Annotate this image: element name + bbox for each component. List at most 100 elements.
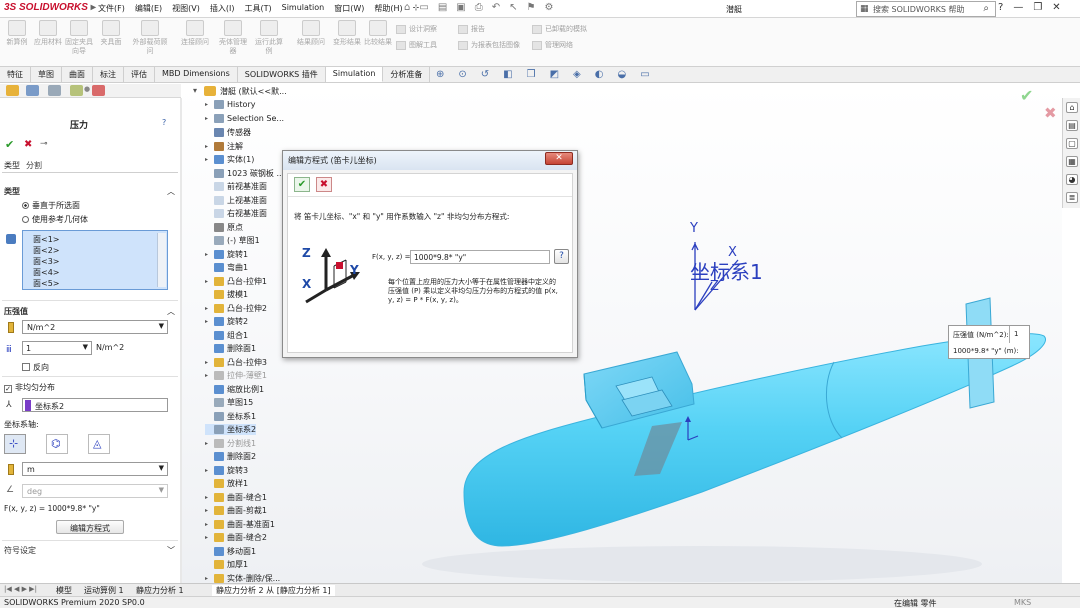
length-unit-select[interactable]: m ▼ bbox=[22, 462, 168, 476]
help-search-input[interactable]: ▦ 搜索 SOLIDWORKS 帮助 ⌕ bbox=[856, 1, 996, 17]
tab-evaluate[interactable]: 评估 bbox=[124, 67, 155, 82]
tree-expand-icon[interactable]: ▸ bbox=[205, 521, 211, 528]
fixture-face-button[interactable]: 夹具面 bbox=[96, 20, 126, 47]
tree-item[interactable]: 拔模1 bbox=[205, 289, 248, 300]
restore-icon[interactable]: ❐ bbox=[1033, 2, 1042, 13]
tree-expand-icon[interactable]: ▸ bbox=[205, 467, 211, 474]
tab-motion-study[interactable]: 运动算例 1 bbox=[84, 585, 124, 596]
type-collapse-icon[interactable]: ︿ bbox=[167, 186, 175, 197]
file-explorer-icon[interactable]: ▢ bbox=[1066, 138, 1078, 149]
confirm-corner-icon[interactable]: ✔ bbox=[1020, 86, 1033, 105]
list-item[interactable]: 面<4> bbox=[33, 267, 60, 278]
resources-home-icon[interactable]: ⌂ bbox=[1066, 102, 1078, 113]
tree-item[interactable]: ▸ 曲面-剪裁1 bbox=[205, 505, 267, 516]
property-manager-icon[interactable] bbox=[26, 85, 39, 96]
tree-item[interactable]: ▸ 凸台-拉伸3 bbox=[205, 357, 267, 368]
hull[interactable] bbox=[463, 333, 1046, 547]
tab-mbd[interactable]: MBD Dimensions bbox=[155, 67, 238, 82]
run-study-button[interactable]: 运行此算例 bbox=[254, 20, 284, 56]
tab-model[interactable]: 模型 bbox=[56, 585, 72, 596]
tree-root[interactable]: 潜艇 (默认<<默... bbox=[220, 86, 287, 97]
include-image-button[interactable]: 为报表包括图像 bbox=[458, 40, 520, 50]
equation-help-button[interactable]: ? bbox=[554, 249, 569, 264]
pm-help-icon[interactable]: ? bbox=[162, 118, 166, 127]
tree-expand-icon[interactable]: ▸ bbox=[205, 278, 211, 285]
tree-item[interactable]: 删除面2 bbox=[205, 451, 256, 462]
solidworks-logo[interactable]: 3S SOLIDWORKS ▸ bbox=[4, 2, 96, 13]
cancel-corner-icon[interactable]: ✖ bbox=[1044, 104, 1057, 122]
nonuniform-checkbox[interactable]: ✓ 非均匀分布 bbox=[4, 382, 55, 393]
section-view-icon[interactable]: ◧ bbox=[503, 69, 512, 80]
tree-root-arrow-icon[interactable]: ▾ bbox=[193, 86, 197, 95]
tree-item[interactable]: 右视基准面 bbox=[205, 208, 267, 219]
home-icon[interactable]: ⌂ bbox=[404, 2, 410, 13]
list-item[interactable]: 面<2> bbox=[33, 245, 60, 256]
equation-input[interactable]: 1000*9.8* "y" bbox=[410, 250, 550, 264]
view-settings-icon[interactable]: ▭ bbox=[640, 69, 649, 80]
list-item[interactable]: 面<3> bbox=[33, 256, 60, 267]
pin-pm-icon[interactable]: ⊸ bbox=[40, 139, 48, 149]
zoom-fit-icon[interactable]: ⊕ bbox=[436, 69, 444, 80]
cancel-icon[interactable]: ✖ bbox=[24, 139, 32, 150]
tab-split[interactable]: 分割 bbox=[26, 160, 42, 171]
save-icon[interactable]: ▣ bbox=[456, 2, 465, 13]
tree-item[interactable]: ▸ Selection Se... bbox=[205, 113, 284, 123]
tab-markup[interactable]: 标注 bbox=[93, 67, 124, 82]
tree-expand-icon[interactable]: ▸ bbox=[205, 115, 211, 122]
tree-expand-icon[interactable]: ▸ bbox=[205, 507, 211, 514]
open-icon[interactable]: ▤ bbox=[438, 2, 447, 13]
search-icon[interactable]: ⌕ bbox=[983, 3, 989, 14]
reverse-checkbox[interactable]: 反向 bbox=[22, 362, 49, 373]
tree-item[interactable]: 原点 bbox=[205, 222, 243, 233]
new-study-button[interactable]: 新算例 bbox=[2, 20, 32, 47]
tree-item[interactable]: (-) 草图1 bbox=[205, 235, 260, 246]
tree-item[interactable]: ▸ 旋转3 bbox=[205, 465, 248, 476]
undo-icon[interactable]: ↶ bbox=[492, 2, 500, 13]
appearance-icon[interactable]: ◐ bbox=[595, 69, 604, 80]
tree-item[interactable]: ▸ 拉伸-薄壁1 bbox=[205, 370, 267, 381]
tree-item[interactable]: 删除面1 bbox=[205, 343, 256, 354]
report-button[interactable]: 报告 bbox=[458, 24, 485, 34]
plot-tools-button[interactable]: 图解工具 bbox=[396, 40, 437, 50]
display-style-icon[interactable]: ◩ bbox=[550, 69, 559, 80]
menu-simulation[interactable]: Simulation bbox=[282, 3, 325, 14]
pressure-value-input[interactable]: 1 ▼ bbox=[22, 341, 92, 355]
dialog-cancel-button[interactable]: ✖ bbox=[316, 177, 332, 192]
select-icon[interactable]: ↖ bbox=[509, 2, 517, 13]
tab-static-study-2[interactable]: 静应力分析 2 从 [静应力分析 1] bbox=[212, 585, 335, 596]
tree-item[interactable]: ▸ 实体-删除/保... bbox=[205, 573, 280, 584]
tree-item[interactable]: 坐标系2 bbox=[205, 424, 257, 435]
dialog-close-button[interactable]: ✕ bbox=[545, 152, 573, 165]
tree-item[interactable]: 弯曲1 bbox=[205, 262, 248, 273]
tree-item[interactable]: 移动面1 bbox=[205, 546, 256, 557]
list-item[interactable]: 面<5> bbox=[33, 278, 60, 289]
symbol-settings-label[interactable]: 符号设定 bbox=[4, 545, 36, 556]
scene-icon[interactable]: ◒ bbox=[617, 69, 626, 80]
tree-item[interactable]: 缩放比例1 bbox=[205, 384, 264, 395]
feature-manager-icon[interactable] bbox=[6, 85, 19, 96]
new-document-icon[interactable]: ▭ bbox=[419, 2, 428, 13]
tree-item[interactable]: ▸ 曲面-缝合2 bbox=[205, 532, 267, 543]
ok-icon[interactable]: ✔ bbox=[5, 138, 14, 151]
tree-item[interactable]: ▸ 曲面-缝合1 bbox=[205, 492, 267, 503]
manage-network-button[interactable]: 管理网络 bbox=[532, 40, 573, 50]
edit-equation-button[interactable]: 编辑方程式 bbox=[56, 520, 124, 534]
rebuild-icon[interactable]: ⚑ bbox=[527, 2, 536, 13]
tab-type[interactable]: 类型 bbox=[4, 160, 20, 171]
menu-file[interactable]: 文件(F) bbox=[98, 3, 125, 14]
menu-tools[interactable]: 工具(T) bbox=[244, 3, 271, 14]
pressure-unit-select[interactable]: N/m^2 ▼ bbox=[22, 320, 168, 334]
custom-properties-icon[interactable]: ≣ bbox=[1066, 192, 1078, 203]
tree-item[interactable]: ▸ History bbox=[205, 100, 255, 109]
tree-expand-icon[interactable]: ▸ bbox=[205, 156, 211, 163]
tree-item[interactable]: ▸ 实体(1) bbox=[205, 154, 254, 165]
tree-expand-icon[interactable]: ▸ bbox=[205, 359, 211, 366]
previous-view-icon[interactable]: ↺ bbox=[481, 69, 489, 80]
menu-window[interactable]: 窗口(W) bbox=[334, 3, 364, 14]
tree-expand-icon[interactable]: ▸ bbox=[205, 143, 211, 150]
configuration-manager-icon[interactable] bbox=[48, 85, 61, 96]
pressure-callout[interactable]: 压强值 (N/m^2): 1000*9.8* "y" (m): 1 bbox=[948, 325, 1030, 359]
tree-item[interactable]: 组合1 bbox=[205, 330, 248, 341]
zoom-area-icon[interactable]: ⊙ bbox=[458, 69, 466, 80]
options-icon[interactable]: ⚙ bbox=[544, 2, 553, 13]
